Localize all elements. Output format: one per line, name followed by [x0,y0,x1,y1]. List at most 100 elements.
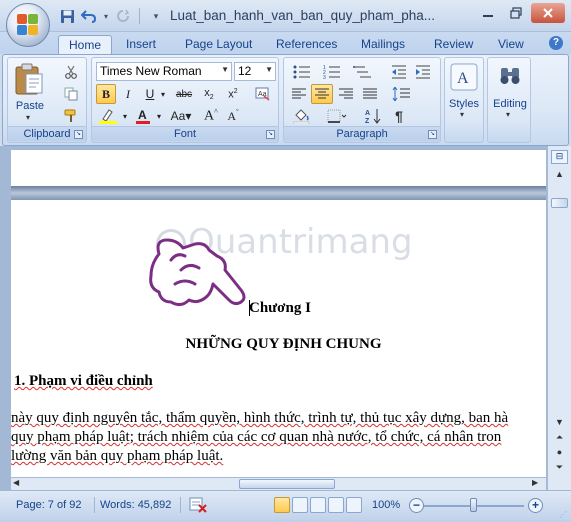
bold-button[interactable]: B [96,84,116,104]
proofing-status-button[interactable] [188,496,208,514]
draft-view-button[interactable] [346,497,362,513]
chevron-down-icon: ▾ [460,110,465,119]
superscript-button[interactable]: x2 [222,84,244,104]
zoom-out-button[interactable]: − [409,498,424,513]
change-case-button[interactable]: Aa▾ [166,106,196,126]
font-size-combo[interactable]: 12 ▼ [234,62,276,81]
outline-view-button[interactable] [328,497,344,513]
line-spacing-button[interactable] [388,84,418,104]
sort-button[interactable]: AZ [362,106,384,126]
text-highlight-button[interactable] [96,106,120,126]
paragraph-group: 123 AZ ¶ Paragraph ↘ [283,57,441,143]
scroll-thumb[interactable] [551,198,568,208]
web-layout-view-button[interactable] [310,497,326,513]
ribbon: Paste ▾ Clipboard ↘ Times New Roman ▼ 12… [2,54,569,146]
scroll-right-button[interactable]: ▶ [532,478,544,490]
save-button[interactable] [58,7,76,25]
resize-grip-icon[interactable]: ⋰ [559,510,569,520]
restore-button[interactable] [503,3,529,23]
increase-indent-button[interactable] [412,62,434,82]
redo-button[interactable] [114,7,132,25]
body-text-line: lường văn bản quy phạm pháp luật. [11,448,224,464]
underline-button[interactable]: U [140,84,160,104]
horizontal-scrollbar[interactable]: ◀ ▶ [11,477,546,490]
close-button[interactable] [531,3,565,23]
clipboard-dialog-launcher[interactable]: ↘ [74,130,83,139]
document-page[interactable]: Quantrimang Chương I NHỮNG QUY ĐỊNH CHUN… [11,200,546,490]
vertical-scrollbar[interactable]: ⊟ ▲ ▼ ⏶ ● ⏷ [547,146,571,490]
chapter-heading: Chương I [249,300,311,316]
borders-button[interactable] [322,106,352,126]
grow-font-button[interactable]: A^ [200,106,222,126]
tab-review[interactable]: Review [424,35,483,54]
tab-view[interactable]: View [488,35,534,54]
zoom-in-button[interactable]: + [528,498,543,513]
styles-group: A Styles ▾ [444,57,484,143]
font-color-dropdown[interactable]: ▾ [154,106,164,126]
status-separator [180,497,181,513]
scroll-up-button[interactable]: ▲ [551,166,568,182]
scroll-left-button[interactable]: ◀ [13,478,25,490]
numbering-icon: 123 [323,65,340,79]
undo-dropdown[interactable]: ▾ [102,7,110,25]
copy-button[interactable] [60,84,82,104]
scroll-down-button[interactable]: ▼ [551,414,568,430]
clipboard-group: Paste ▾ Clipboard ↘ [7,57,87,143]
styles-button[interactable]: A Styles ▾ [447,60,481,140]
paragraph-dialog-launcher[interactable]: ↘ [428,130,437,139]
justify-button[interactable] [359,84,381,104]
zoom-level[interactable]: 100% [372,499,400,511]
redo-icon [117,9,130,22]
article-title: 1. Phạm vi điều chỉnh [14,373,153,389]
align-right-button[interactable] [335,84,357,104]
tab-mailings[interactable]: Mailings [351,35,415,54]
horizontal-scroll-thumb[interactable] [239,479,335,489]
decrease-indent-button[interactable] [388,62,410,82]
format-painter-button[interactable] [60,106,82,126]
clear-formatting-button[interactable]: Aa [252,84,274,104]
title-bar: ▾ ▾ Luat_ban_hanh_van_ban_quy_pham_pha..… [0,0,571,32]
undo-button[interactable] [80,7,98,25]
numbering-button[interactable]: 123 [318,62,346,82]
view-ruler-button[interactable]: ⊟ [551,150,568,164]
shading-button[interactable] [288,106,318,126]
tab-page-layout[interactable]: Page Layout [175,35,262,54]
strikethrough-button[interactable]: abc [172,84,196,104]
editing-button[interactable]: Editing ▾ [490,60,530,140]
font-name-combo[interactable]: Times New Roman ▼ [96,62,232,81]
tab-references[interactable]: References [266,35,347,54]
full-screen-reading-button[interactable] [292,497,308,513]
editing-label: Editing [493,98,527,110]
next-page-button[interactable]: ⏷ [551,462,568,476]
print-layout-view-button[interactable] [274,497,290,513]
minimize-button[interactable] [475,3,501,23]
select-browse-object-button[interactable]: ● [551,447,568,461]
customize-qat-button[interactable]: ▾ [147,7,165,25]
office-button[interactable] [6,3,50,47]
align-left-button[interactable] [288,84,310,104]
tab-home[interactable]: Home [58,35,113,54]
bullets-icon [293,65,310,79]
tab-insert[interactable]: Insert [116,35,166,54]
page-count[interactable]: Page: 7 of 92 [16,499,81,511]
help-button[interactable]: ? [549,36,563,50]
font-color-button[interactable]: A [132,106,154,126]
font-dialog-launcher[interactable]: ↘ [266,130,275,139]
subscript-button[interactable]: x2 [198,84,220,104]
underline-dropdown[interactable]: ▾ [158,84,168,104]
paste-button[interactable]: Paste ▾ [12,60,48,122]
bullets-button[interactable] [288,62,316,82]
format-painter-icon [64,109,76,122]
line-spacing-icon [392,87,410,101]
highlight-dropdown[interactable]: ▾ [120,106,130,126]
align-center-button[interactable] [311,84,333,104]
italic-button[interactable]: I [118,84,138,104]
multilevel-list-button[interactable] [348,62,378,82]
word-count[interactable]: Words: 45,892 [100,499,171,511]
previous-page-button[interactable]: ⏶ [551,432,568,446]
pilcrow-icon: ¶ [395,108,403,124]
show-hide-marks-button[interactable]: ¶ [388,106,410,126]
zoom-slider-thumb[interactable] [470,498,477,512]
cut-button[interactable] [60,62,82,82]
shrink-font-button[interactable]: Aˇ [222,106,244,126]
